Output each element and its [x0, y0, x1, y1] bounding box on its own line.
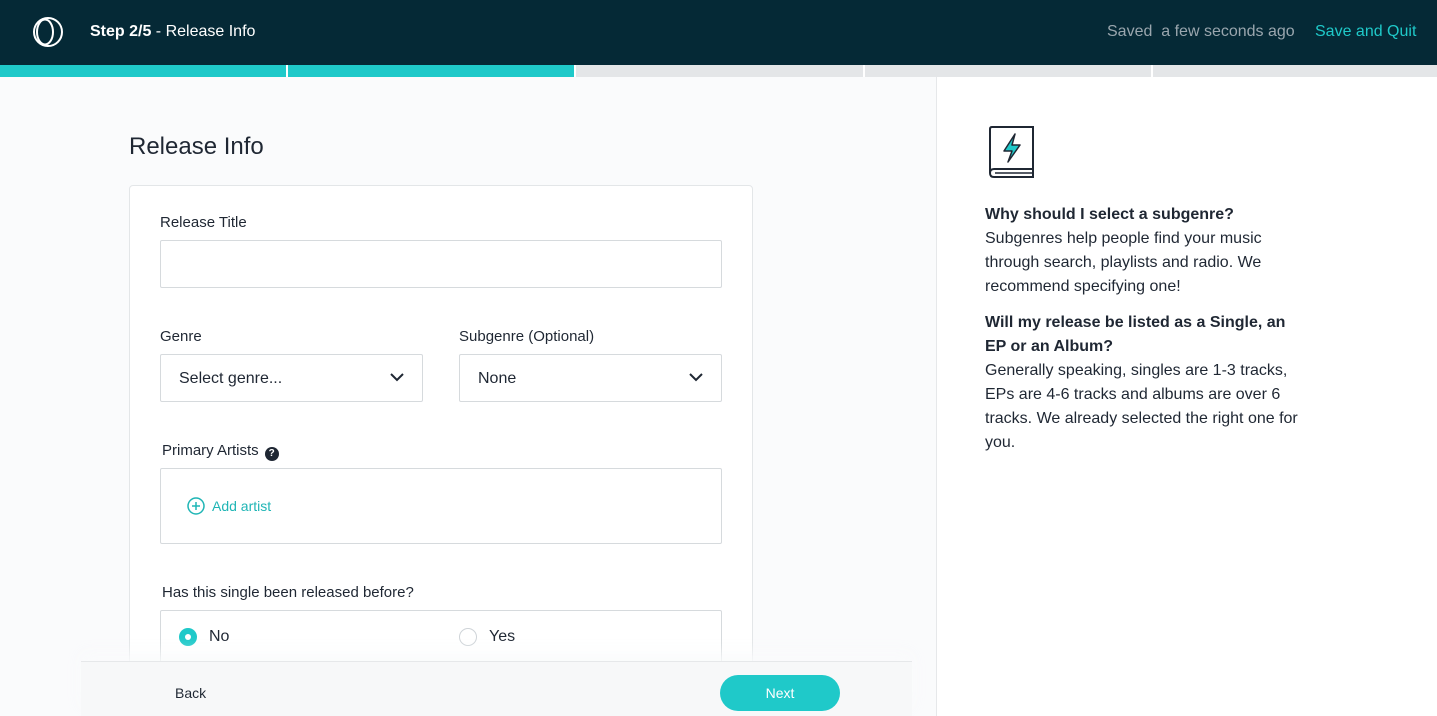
radio-unselected-icon [459, 628, 477, 646]
primary-artists-label: Primary Artists? [162, 442, 279, 461]
progress-step-2 [288, 65, 576, 77]
add-artist-button[interactable]: Add artist [187, 497, 271, 515]
save-and-quit-link[interactable]: Save and Quit [1315, 22, 1416, 42]
faq-answer: Generally speaking, singles are 1-3 trac… [985, 362, 1298, 451]
step-number: Step 2/5 [90, 23, 152, 40]
back-button[interactable]: Back [175, 685, 206, 701]
faq-answer: Subgenres help people find your music th… [985, 230, 1262, 295]
main-content: Release Info Release Title Genre Select … [0, 77, 936, 716]
help-sidebar: Why should I select a subgenre? Subgenre… [936, 77, 1437, 716]
logo-icon [33, 17, 63, 47]
subgenre-select[interactable]: None [459, 354, 722, 402]
released-before-label: Has this single been released before? [162, 584, 414, 601]
faq-question: Will my release be listed as a Single, a… [985, 314, 1286, 355]
faq-item: Why should I select a subgenre? Subgenre… [985, 203, 1305, 299]
faq-item: Will my release be listed as a Single, a… [985, 311, 1305, 455]
page-title: Release Info [129, 133, 264, 160]
genre-selected-value: Select genre... [179, 370, 283, 387]
faq-question: Why should I select a subgenre? [985, 206, 1234, 223]
progress-step-1 [0, 65, 288, 77]
saved-status: Saved a few seconds ago [1107, 23, 1295, 40]
radio-yes[interactable]: Yes [459, 628, 515, 646]
radio-no[interactable]: No [179, 628, 229, 646]
progress-step-4 [865, 65, 1153, 77]
subgenre-selected-value: None [478, 370, 517, 387]
genre-label: Genre [160, 328, 202, 345]
top-bar: Step 2/5 - Release Info Saved a few seco… [0, 0, 1437, 65]
add-artist-label: Add artist [212, 498, 272, 514]
progress-bar [0, 65, 1437, 77]
radio-yes-label: Yes [489, 628, 516, 645]
book-lightning-icon [989, 126, 1034, 178]
primary-artists-label-text: Primary Artists [162, 442, 259, 459]
release-title-input[interactable] [160, 240, 722, 288]
plus-circle-icon [187, 497, 205, 515]
form-footer: Back Next [81, 661, 912, 716]
progress-step-3 [576, 65, 865, 77]
radio-selected-icon [179, 628, 197, 646]
chevron-down-icon [390, 373, 404, 382]
genre-select[interactable]: Select genre... [160, 354, 423, 402]
subgenre-label: Subgenre (Optional) [459, 328, 595, 345]
chevron-down-icon [689, 373, 703, 382]
release-info-card: Release Title Genre Select genre... Subg… [129, 185, 753, 716]
step-name: - Release Info [151, 23, 256, 40]
help-icon[interactable]: ? [264, 447, 279, 461]
step-title: Step 2/5 - Release Info [90, 22, 255, 42]
primary-artists-box: Add artist [160, 468, 722, 544]
radio-no-label: No [209, 628, 230, 645]
next-button[interactable]: Next [720, 675, 840, 711]
release-title-label: Release Title [160, 214, 247, 231]
progress-step-5 [1153, 65, 1437, 77]
